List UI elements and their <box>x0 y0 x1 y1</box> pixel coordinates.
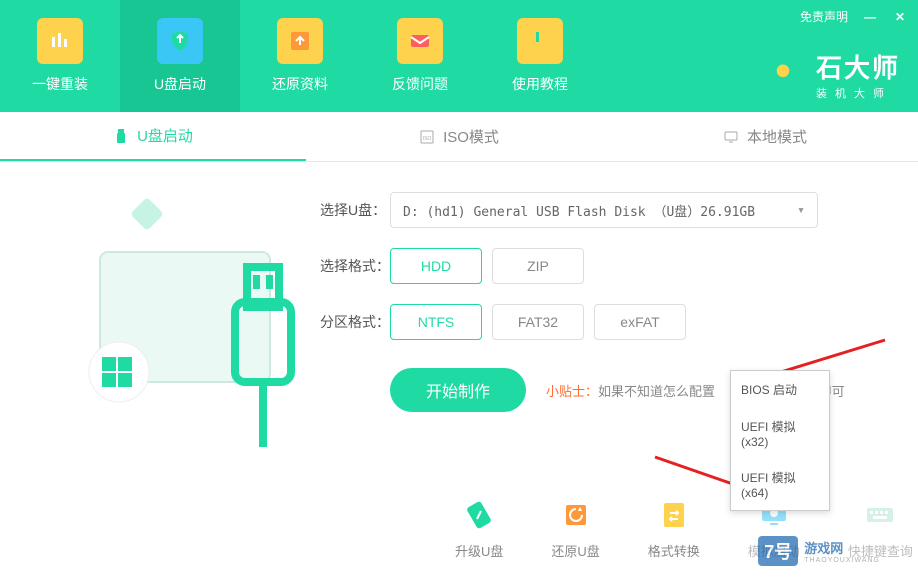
mode-label: ISO模式 <box>443 126 499 147</box>
convert-icon <box>658 499 690 531</box>
usb-upgrade-icon <box>463 499 495 531</box>
nav-restore[interactable]: 还原资料 <box>240 0 360 112</box>
tool-label: 升级U盘 <box>455 541 503 560</box>
disclaimer-link[interactable]: 免责声明 <box>800 8 848 25</box>
simulate-dropdown: BIOS 启动 UEFI 模拟(x32) UEFI 模拟(x64) <box>730 370 830 511</box>
mode-local[interactable]: 本地模式 <box>612 112 918 161</box>
partition-exfat[interactable]: exFAT <box>594 304 686 340</box>
top-nav: 一键重装 U盘启动 还原资料 反馈问题 使用教程 免责声明 — ✕ 石大师 装机 <box>0 0 918 112</box>
watermark-text: 游戏网 <box>804 538 880 557</box>
mode-label: 本地模式 <box>747 126 807 147</box>
chevron-down-icon: ▾ <box>797 203 805 218</box>
usb-icon <box>113 128 129 144</box>
iso-icon: ISO <box>419 129 435 145</box>
upload-box-icon <box>277 18 323 64</box>
monitor-icon <box>723 129 739 145</box>
start-button[interactable]: 开始制作 <box>390 368 526 412</box>
usb-select[interactable]: D: (hd1) General USB Flash Disk （U盘）26.9… <box>390 192 818 228</box>
dropdown-uefi32[interactable]: UEFI 模拟(x32) <box>731 408 829 459</box>
dropdown-bios[interactable]: BIOS 启动 <box>731 371 829 408</box>
mode-label: U盘启动 <box>137 125 193 146</box>
illustration <box>40 192 310 452</box>
format-hdd[interactable]: HDD <box>390 248 482 284</box>
shield-icon <box>157 18 203 64</box>
mode-iso[interactable]: ISO ISO模式 <box>306 112 612 161</box>
book-icon <box>517 18 563 64</box>
brand-logo-icon <box>762 54 804 96</box>
tool-upgrade[interactable]: 升级U盘 <box>455 499 503 560</box>
format-zip[interactable]: ZIP <box>492 248 584 284</box>
nav-label: 使用教程 <box>512 74 568 94</box>
mail-icon <box>397 18 443 64</box>
nav-reinstall[interactable]: 一键重装 <box>0 0 120 112</box>
nav-label: 还原资料 <box>272 74 328 94</box>
usb-restore-icon <box>560 499 592 531</box>
tool-label: 格式转换 <box>648 541 700 560</box>
mode-tabs: U盘启动 ISO ISO模式 本地模式 <box>0 112 918 162</box>
nav-label: 反馈问题 <box>392 74 448 94</box>
tool-convert[interactable]: 格式转换 <box>648 499 700 560</box>
tip-body: 如果不知道怎么配置 <box>598 384 715 399</box>
brand-title: 石大师 <box>816 48 900 85</box>
tool-restore[interactable]: 还原U盘 <box>551 499 599 560</box>
keyboard-icon <box>864 499 896 531</box>
tip-label: 小贴士： <box>546 384 598 399</box>
dropdown-uefi64[interactable]: UEFI 模拟(x64) <box>731 459 829 510</box>
window-controls: 免责声明 — ✕ <box>800 8 908 25</box>
bars-icon <box>37 18 83 64</box>
nav-usb-boot[interactable]: U盘启动 <box>120 0 240 112</box>
nav-feedback[interactable]: 反馈问题 <box>360 0 480 112</box>
minimize-button[interactable]: — <box>862 9 878 25</box>
watermark: 7号 游戏网 THAOYOUXIWANG <box>758 536 880 566</box>
select-value: D: (hd1) General USB Flash Disk （U盘）26.9… <box>403 201 755 220</box>
svg-text:ISO: ISO <box>423 136 432 142</box>
partition-label: 分区格式： <box>320 312 390 332</box>
select-usb-label: 选择U盘： <box>320 200 390 220</box>
brand-subtitle: 装机大师 <box>816 85 900 101</box>
mode-usb[interactable]: U盘启动 <box>0 112 306 161</box>
watermark-sub: THAOYOUXIWANG <box>804 557 880 564</box>
watermark-badge: 7号 <box>758 536 798 566</box>
partition-fat32[interactable]: FAT32 <box>492 304 584 340</box>
format-label: 选择格式： <box>320 256 390 276</box>
close-button[interactable]: ✕ <box>892 9 908 25</box>
partition-ntfs[interactable]: NTFS <box>390 304 482 340</box>
tool-label: 还原U盘 <box>551 541 599 560</box>
nav-tutorial[interactable]: 使用教程 <box>480 0 600 112</box>
nav-label: U盘启动 <box>154 74 206 94</box>
nav-label: 一键重装 <box>32 74 88 94</box>
brand: 石大师 装机大师 <box>762 48 900 101</box>
